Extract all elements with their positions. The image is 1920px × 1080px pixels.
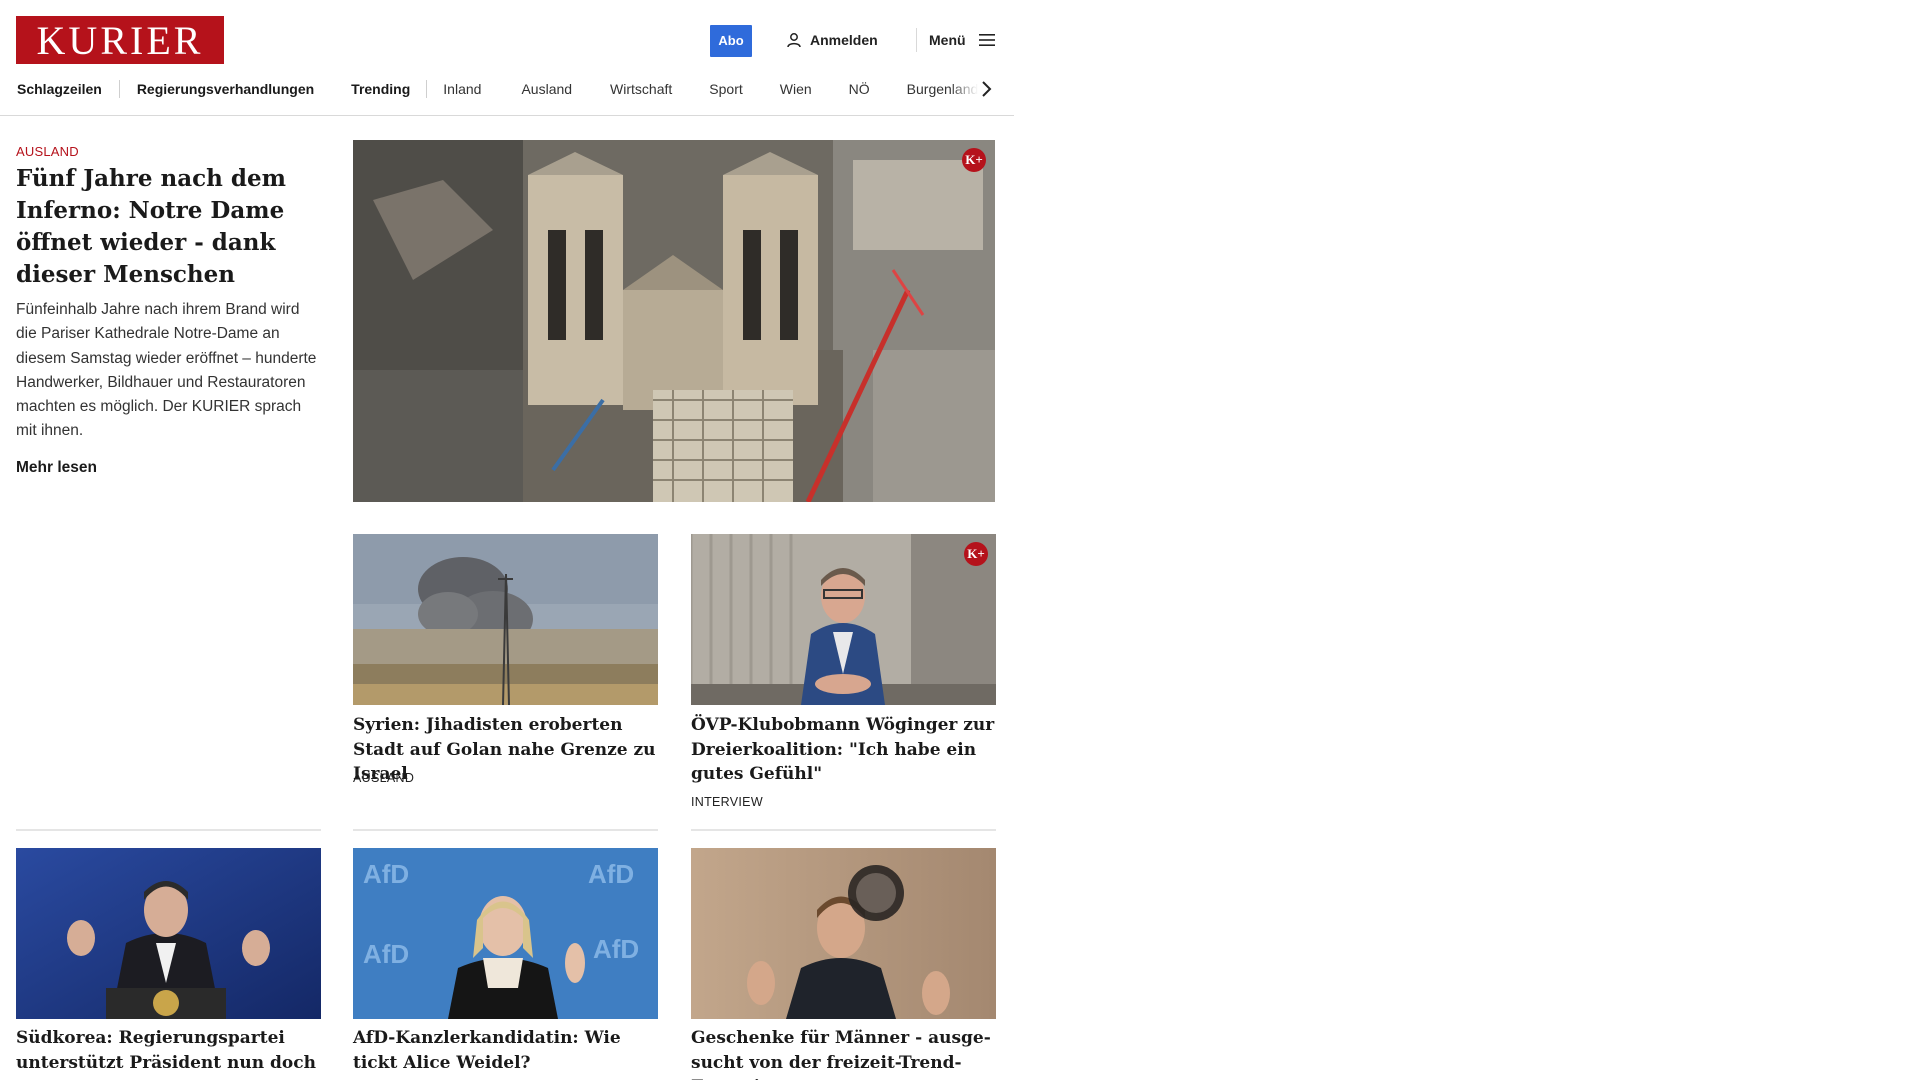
nav-item-wien[interactable]: Wien	[780, 81, 812, 97]
card-image-syria[interactable]	[353, 534, 658, 705]
card-headline[interactable]: ÖVP-Klubobmann Wöginger zur Dreierkoalit…	[691, 713, 1001, 787]
section-nav: Schlagzeilen Regierungsverhandlungen Tre…	[17, 76, 997, 102]
nav-item-trending[interactable]: Trending	[351, 81, 410, 97]
chevron-right-icon[interactable]	[979, 79, 993, 99]
hamburger-menu-icon	[978, 34, 995, 46]
lead-category[interactable]: AUSLAND	[16, 144, 79, 159]
svg-text:AfD: AfD	[363, 939, 409, 969]
card-image-geschenke[interactable]	[691, 848, 996, 1019]
card-headline[interactable]: Geschenke für Männer - ausge­sucht von d…	[691, 1026, 996, 1080]
nav-item-sport[interactable]: Sport	[709, 81, 742, 97]
nav-divider	[426, 80, 428, 98]
abo-button[interactable]: Abo	[710, 25, 752, 57]
card-headline[interactable]: Südkorea: Regierungspartei unter­stützt …	[16, 1026, 321, 1075]
svg-text:AfD: AfD	[593, 934, 639, 964]
section-divider	[16, 829, 321, 831]
nav-item-ausland[interactable]: Ausland	[521, 81, 572, 97]
kplus-badge-icon: K+	[964, 542, 988, 566]
read-more-link[interactable]: Mehr lesen	[16, 459, 97, 477]
lead-headline[interactable]: Fünf Jahre nach dem In­ferno: Notre Dame…	[16, 163, 316, 291]
menu-button[interactable]: Menü	[929, 28, 996, 52]
kplus-badge-icon: K+	[962, 148, 986, 172]
login-label: Anmelden	[810, 32, 878, 48]
lead-image-notre-dame[interactable]: K+	[353, 140, 995, 502]
card-image-afd[interactable]: AfD AfD AfD AfD	[353, 848, 658, 1019]
site-header: KURIER Abo Anmelden Menü Schlagzeilen Re…	[0, 0, 1014, 116]
login-button[interactable]: Anmelden	[786, 28, 878, 52]
nav-divider	[118, 80, 120, 98]
svg-text:AfD: AfD	[363, 859, 409, 889]
user-icon	[787, 33, 801, 48]
menu-label: Menü	[929, 32, 966, 48]
lead-teaser: Fünfeinhalb Jahre nach ihrem Brand wird …	[16, 301, 317, 440]
svg-text:AfD: AfD	[588, 859, 634, 889]
header-divider	[916, 28, 917, 52]
section-divider	[353, 829, 658, 831]
nav-item-wirtschaft[interactable]: Wirtschaft	[610, 81, 672, 97]
card-headline[interactable]: AfD-Kanzlerkandidatin: Wie tickt Alice W…	[353, 1026, 658, 1075]
card-image-suedkorea[interactable]	[16, 848, 321, 1019]
kurier-logo[interactable]: KURIER	[16, 16, 224, 64]
nav-item-inland[interactable]: Inland	[443, 81, 481, 97]
card-image-woeginger[interactable]: K+	[691, 534, 996, 705]
card-category[interactable]: AUSLAND	[353, 771, 414, 785]
nav-item-regierungsverhandlungen[interactable]: Regierungsverhandlungen	[137, 81, 314, 97]
nav-item-noe[interactable]: NÖ	[849, 81, 870, 97]
section-divider	[691, 829, 996, 831]
card-category[interactable]: INTERVIEW	[691, 795, 763, 809]
nav-item-schlagzeilen[interactable]: Schlagzeilen	[17, 81, 102, 97]
